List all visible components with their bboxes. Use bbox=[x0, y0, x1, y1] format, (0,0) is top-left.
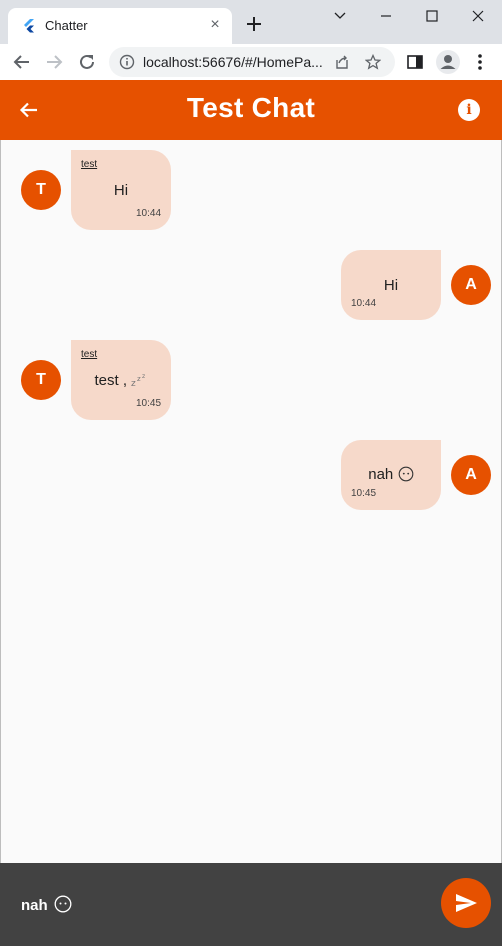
avatar[interactable]: T bbox=[21, 360, 61, 400]
svg-text:z: z bbox=[142, 373, 145, 380]
svg-text:z: z bbox=[131, 379, 136, 387]
browser-tab[interactable]: Chatter × bbox=[8, 8, 232, 44]
restore-icon[interactable] bbox=[421, 6, 443, 26]
tab-title: Chatter bbox=[45, 18, 88, 33]
avatar[interactable]: T bbox=[21, 170, 61, 210]
avatar[interactable]: A bbox=[451, 265, 491, 305]
send-icon bbox=[456, 894, 477, 912]
back-arrow-icon[interactable] bbox=[12, 52, 32, 72]
profile-avatar-icon[interactable] bbox=[436, 50, 460, 74]
input-text: nah bbox=[21, 897, 48, 914]
page-title: Test Chat bbox=[186, 92, 316, 123]
sender-name: test bbox=[81, 349, 98, 360]
message-time: 10:44 bbox=[136, 208, 162, 219]
message-content: test , z z z bbox=[71, 372, 171, 390]
chevron-down-icon[interactable] bbox=[329, 6, 351, 26]
message-content: nah bbox=[341, 466, 441, 484]
message-list[interactable]: T test Hi 10:44 Hi 10:44 A T test test ,… bbox=[0, 140, 502, 863]
flutter-logo-icon bbox=[24, 19, 34, 33]
message-bubble[interactable]: Hi 10:44 bbox=[341, 250, 441, 320]
neutral-face-icon bbox=[398, 466, 414, 482]
browser-tabstrip: Chatter × bbox=[0, 0, 502, 44]
svg-text:z: z bbox=[137, 375, 141, 383]
side-panel-icon[interactable] bbox=[405, 52, 425, 72]
message-time: 10:45 bbox=[136, 398, 162, 409]
app-bar: Test Chat i bbox=[0, 80, 502, 140]
share-icon[interactable] bbox=[334, 54, 350, 70]
message-time: 10:44 bbox=[351, 298, 377, 309]
message-text: Hi bbox=[113, 182, 129, 199]
message-time: 10:45 bbox=[351, 488, 377, 499]
message-bubble[interactable]: test test , z z z 10:45 bbox=[71, 340, 171, 420]
send-button[interactable] bbox=[441, 878, 491, 928]
kebab-menu-icon[interactable] bbox=[470, 52, 490, 72]
site-info-icon[interactable] bbox=[119, 54, 135, 70]
sender-name: test bbox=[81, 159, 98, 170]
message-text: Hi bbox=[383, 277, 399, 294]
forward-arrow-icon[interactable] bbox=[44, 52, 64, 72]
message-bubble[interactable]: nah 10:45 bbox=[341, 440, 441, 510]
neutral-face-icon bbox=[54, 895, 72, 913]
reload-icon[interactable] bbox=[77, 52, 97, 72]
info-icon[interactable]: i bbox=[458, 99, 480, 121]
message-input[interactable]: nah bbox=[21, 895, 72, 914]
new-tab-icon[interactable] bbox=[244, 14, 264, 34]
message-composer: nah bbox=[0, 863, 502, 946]
sleeping-zzz-icon: z z z bbox=[131, 373, 145, 389]
close-window-icon[interactable] bbox=[467, 6, 489, 26]
close-tab-icon[interactable]: × bbox=[207, 17, 223, 33]
message-text: nah bbox=[368, 466, 394, 483]
address-bar[interactable]: localhost:56676/#/HomePa... bbox=[109, 47, 395, 77]
maximize-icon[interactable] bbox=[375, 6, 397, 26]
message-text: test , bbox=[94, 372, 128, 389]
avatar[interactable]: A bbox=[451, 455, 491, 495]
message-bubble[interactable]: test Hi 10:44 bbox=[71, 150, 171, 230]
url-text: localhost:56676/#/HomePa... bbox=[143, 54, 323, 70]
browser-toolbar: localhost:56676/#/HomePa... bbox=[0, 44, 502, 80]
star-icon[interactable] bbox=[365, 54, 381, 70]
